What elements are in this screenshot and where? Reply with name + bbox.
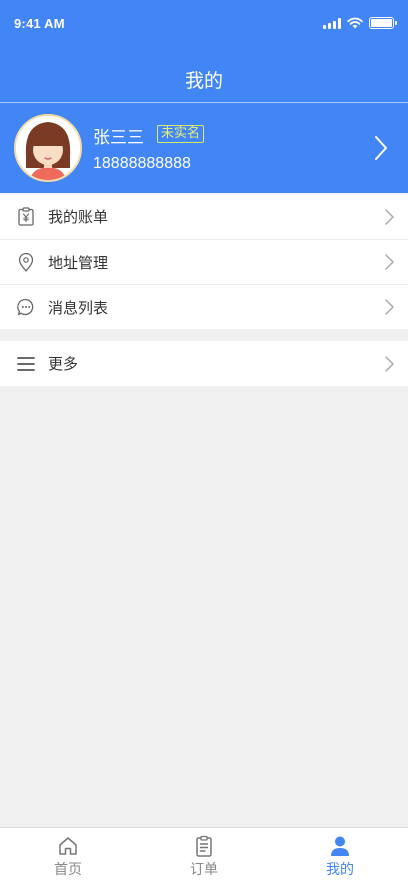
chevron-right-icon: [385, 254, 394, 270]
chevron-right-icon: [385, 208, 394, 225]
tab-mine[interactable]: 我的: [272, 828, 408, 883]
tab-label: 我的: [326, 862, 354, 878]
tab-home[interactable]: 首页: [0, 828, 136, 883]
location-pin-icon: [16, 252, 36, 272]
status-bar: 9:41 AM: [0, 0, 408, 46]
menu-item-label: 地址管理: [48, 253, 109, 272]
hamburger-menu-icon: [16, 354, 36, 374]
chevron-right-icon: [385, 299, 394, 315]
unverified-badge: 未实名: [157, 125, 205, 143]
avatar: [14, 114, 82, 182]
chevron-right-icon: [375, 136, 387, 160]
battery-icon: [369, 17, 397, 29]
bottom-tab-bar: 首页 订单 我的: [0, 827, 408, 883]
app-header: 9:41 AM 我的: [0, 0, 408, 103]
tab-label: 首页: [54, 862, 82, 878]
avatar-girl-illustration: [16, 116, 80, 180]
menu-item-bills[interactable]: 我的账单: [0, 194, 408, 239]
page-title: 我的: [184, 70, 223, 92]
menu-item-address[interactable]: 地址管理: [0, 239, 408, 284]
menu-item-label: 我的账单: [48, 208, 109, 226]
clipboard-icon: [196, 835, 212, 857]
more-menu-list: 更多: [0, 341, 408, 386]
status-time: 9:41 AM: [14, 16, 65, 31]
wifi-icon: [347, 17, 363, 29]
tab-label: 订单: [190, 862, 218, 878]
home-icon: [59, 837, 77, 855]
menu-list: 我的账单 地址管理 消息列表: [0, 194, 408, 329]
menu-item-label: 消息列表: [48, 298, 109, 317]
bill-icon: [16, 207, 36, 227]
profile-card[interactable]: 张三三 未实名 18888888888: [0, 103, 408, 193]
profile-name: 张三三: [93, 128, 144, 148]
cellular-signal-icon: [323, 17, 341, 29]
status-icons: [323, 17, 397, 29]
profile-phone: 18888888888: [93, 155, 191, 172]
menu-item-more[interactable]: 更多: [0, 341, 408, 386]
chevron-right-icon: [385, 355, 394, 372]
chat-bubble-icon: [16, 297, 36, 317]
menu-item-messages[interactable]: 消息列表: [0, 284, 408, 329]
user-icon: [331, 836, 349, 856]
menu-item-label: 更多: [48, 355, 79, 373]
tab-orders[interactable]: 订单: [136, 828, 272, 883]
